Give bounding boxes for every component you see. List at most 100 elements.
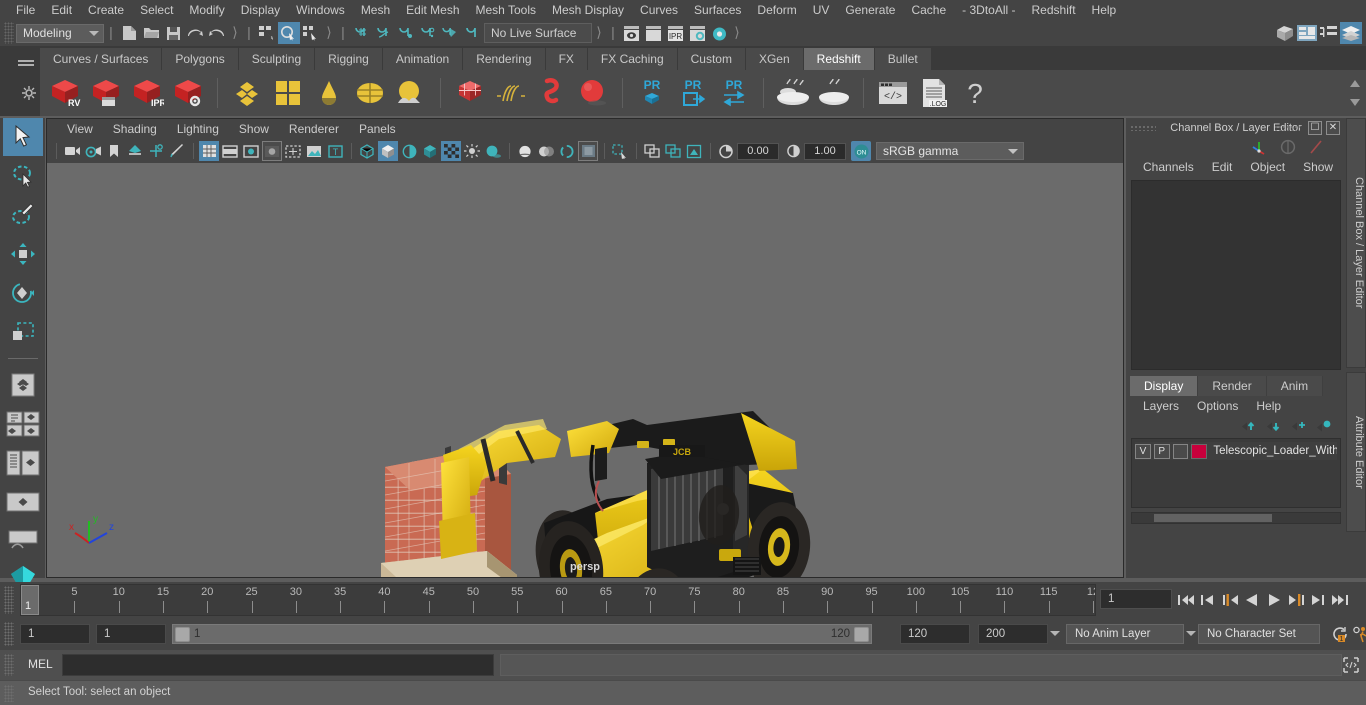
animation-preferences-icon[interactable] — [1352, 626, 1366, 643]
snap-to-projected-center-icon[interactable] — [416, 22, 438, 44]
layer-menu-help[interactable]: Help — [1247, 396, 1290, 416]
time-slider-track[interactable]: 1 5 10 15 20 25 30 35 40 45 50 55 60 65 70 75 80 85 90 95 1… — [20, 584, 1096, 616]
scrollbar-thumb[interactable] — [1154, 514, 1272, 522]
move-tool[interactable] — [3, 235, 43, 273]
exposure-value-field[interactable]: 0.00 — [737, 142, 779, 160]
menu-windows[interactable]: Windows — [288, 0, 353, 20]
new-scene-icon[interactable] — [118, 22, 140, 44]
menu-help[interactable]: Help — [1084, 0, 1125, 20]
ao-icon[interactable] — [515, 141, 535, 161]
exposure-icon[interactable] — [716, 141, 736, 161]
current-time-indicator[interactable]: 1 — [21, 585, 39, 615]
move-layer-up-icon[interactable] — [1240, 420, 1257, 433]
shelf-tab-custom[interactable]: Custom — [677, 48, 746, 70]
camera-attributes-icon[interactable] — [83, 141, 103, 161]
playback-end-time-field[interactable]: 120 — [900, 624, 970, 644]
shelf-button-redshift-incandescent[interactable] — [310, 74, 348, 112]
viewport-menu-renderer[interactable]: Renderer — [279, 119, 349, 139]
viewport-menu-view[interactable]: View — [57, 119, 103, 139]
character-set-selector[interactable]: No Character Set — [1198, 624, 1320, 644]
menu-surfaces[interactable]: Surfaces — [686, 0, 749, 20]
vertical-tab-attribute-editor[interactable]: Attribute Editor — [1346, 372, 1366, 532]
channel-box-menu-show[interactable]: Show — [1294, 156, 1342, 178]
toggle-hypershade-icon[interactable] — [708, 22, 730, 44]
shelf-tab-redshift[interactable]: Redshift — [803, 48, 875, 70]
layer-tab-display[interactable]: Display — [1130, 376, 1199, 396]
shelf-button-redshift-script-editor[interactable]: </> — [874, 74, 912, 112]
create-layer-from-selected-icon[interactable] — [1315, 420, 1332, 433]
shelf-button-redshift-pr-export[interactable]: PR — [674, 74, 712, 112]
menu-3dtoall[interactable]: - 3DtoAll - — [954, 0, 1023, 20]
chevron-down-icon[interactable] — [1186, 631, 1196, 636]
xray-active-components-icon[interactable] — [663, 141, 683, 161]
xray-joints-icon[interactable] — [642, 141, 662, 161]
shelf-tab-animation[interactable]: Animation — [382, 48, 464, 70]
color-management-toggle[interactable]: ON — [851, 141, 871, 161]
shelf-tab-xgen[interactable]: XGen — [745, 48, 804, 70]
animation-start-time-field[interactable]: 1 — [20, 624, 90, 644]
shelf-button-redshift-pr-transfer[interactable]: PR — [715, 74, 753, 112]
shelf-button-redshift-pr-object[interactable]: PR — [633, 74, 671, 112]
shelf-scroll-arrows[interactable] — [1348, 72, 1362, 114]
menu-display[interactable]: Display — [233, 0, 288, 20]
range-slider-bar[interactable]: 1 120 — [172, 624, 872, 644]
range-start-handle[interactable] — [175, 626, 190, 642]
select-camera-icon[interactable] — [62, 141, 82, 161]
menu-file[interactable]: File — [8, 0, 43, 20]
range-start-handle-group[interactable]: 1 — [173, 625, 204, 643]
create-new-layer-icon[interactable] — [1290, 420, 1307, 433]
channel-box-icon[interactable] — [1296, 22, 1318, 44]
smooth-shade-icon[interactable] — [378, 141, 398, 161]
live-surface-field[interactable]: No Live Surface — [484, 23, 592, 43]
rotate-tool[interactable] — [3, 274, 43, 312]
textured-icon[interactable] — [441, 141, 461, 161]
animation-end-time-field[interactable]: 200 — [978, 624, 1048, 644]
ipr-render-icon[interactable]: IPR — [664, 22, 686, 44]
menu-curves[interactable]: Curves — [632, 0, 686, 20]
use-all-lights-icon[interactable] — [420, 141, 440, 161]
film-origin-icon[interactable] — [283, 141, 303, 161]
layer-display-type-toggle[interactable] — [1172, 443, 1189, 459]
snap-to-point-icon[interactable] — [394, 22, 416, 44]
viewport-menu-lighting[interactable]: Lighting — [167, 119, 229, 139]
open-scene-icon[interactable] — [140, 22, 162, 44]
shelf-button-redshift-bake-1[interactable] — [774, 74, 812, 112]
shelf-options-gear-icon[interactable] — [22, 86, 36, 100]
color-management-selector[interactable]: sRGB gamma — [876, 142, 1024, 160]
range-slider-grip[interactable] — [4, 622, 14, 646]
isolate-select-icon[interactable] — [578, 141, 598, 161]
command-language-label[interactable]: MEL — [28, 657, 53, 671]
menu-redshift[interactable]: Redshift — [1024, 0, 1084, 20]
shelf-button-redshift-proxy-mesh[interactable] — [451, 74, 489, 112]
snap-to-curve-icon[interactable] — [372, 22, 394, 44]
command-line-grip[interactable] — [4, 654, 14, 676]
shelf-tab-rigging[interactable]: Rigging — [315, 48, 383, 70]
menu-mesh-tools[interactable]: Mesh Tools — [468, 0, 544, 20]
layout-thumbnail[interactable] — [3, 522, 43, 560]
close-button[interactable]: ✕ — [1326, 121, 1340, 135]
menu-cache[interactable]: Cache — [903, 0, 954, 20]
grid-toggle-icon[interactable] — [199, 141, 219, 161]
shadows-icon[interactable] — [483, 141, 503, 161]
layer-visibility-toggle[interactable]: V — [1135, 443, 1151, 459]
last-tool-used[interactable] — [3, 366, 43, 404]
anim-layer-selector[interactable]: No Anim Layer — [1066, 624, 1184, 644]
viewport-3d-canvas[interactable]: JCB y x z persp — [47, 163, 1123, 577]
range-end-handle-group[interactable]: 120 — [827, 625, 871, 643]
layer-color-swatch[interactable] — [1191, 443, 1208, 459]
channel-box-menu-edit[interactable]: Edit — [1203, 156, 1242, 178]
wireframe-icon[interactable] — [357, 141, 377, 161]
channel-box-content[interactable] — [1131, 180, 1341, 370]
shelf-button-redshift-render-sequence[interactable] — [87, 74, 125, 112]
snap-to-view-plane-icon[interactable] — [438, 22, 460, 44]
menu-edit[interactable]: Edit — [43, 0, 80, 20]
shelf-tab-fx-caching[interactable]: FX Caching — [587, 48, 678, 70]
step-back-keyframe-icon[interactable] — [1198, 589, 1218, 611]
menu-modify[interactable]: Modify — [181, 0, 232, 20]
go-to-end-icon[interactable] — [1330, 589, 1350, 611]
move-layer-down-icon[interactable] — [1265, 420, 1282, 433]
layer-list-horizontal-scrollbar[interactable] — [1131, 512, 1341, 524]
menu-generate[interactable]: Generate — [837, 0, 903, 20]
show-manipulator-icon[interactable] — [1274, 22, 1296, 44]
shelf-button-redshift-sphere-light[interactable] — [574, 74, 612, 112]
